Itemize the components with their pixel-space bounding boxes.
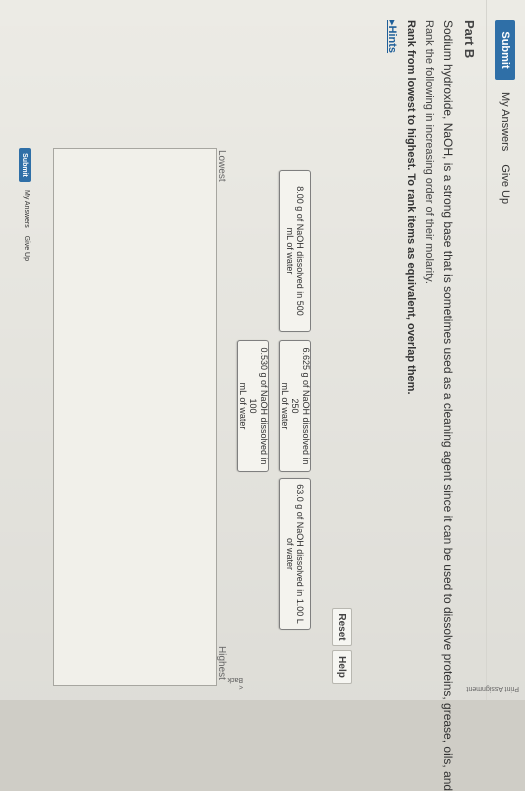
ranking-instruction: Rank from lowest to highest. To rank ite… [405, 20, 417, 395]
lowest-label: Lowest [216, 150, 227, 182]
rank-item-line2: mL of water [237, 382, 248, 430]
give-up-link[interactable]: Give Up [499, 164, 511, 204]
divider [486, 0, 487, 700]
print-assignment-link[interactable]: Print Assignment [466, 685, 519, 692]
top-links: My Answers Give Up [499, 92, 511, 214]
rank-item-line2: mL of water [285, 227, 295, 275]
rank-item[interactable]: 0.530 g of NaOH dissolved in 100 mL of w… [237, 340, 269, 472]
help-button[interactable]: Help [332, 650, 352, 684]
ranking-drop-zone[interactable] [53, 148, 217, 686]
hints-link[interactable]: Hints [386, 20, 399, 54]
bottom-submit-button[interactable]: Submit [19, 148, 31, 182]
my-answers-link[interactable]: My Answers [499, 92, 511, 151]
bottom-my-answers-link[interactable]: My Answers [23, 190, 30, 228]
submit-button[interactable]: Submit [495, 20, 515, 80]
rank-item[interactable]: 6.625 g of NaOH dissolved in 250 mL of w… [279, 340, 311, 472]
rank-item-line1: 6.625 g of NaOH dissolved in 250 [290, 347, 311, 465]
rank-item-line1: 63.0 g of NaOH dissolved in 1.00 L [295, 484, 306, 624]
rank-item-line2: mL of water [279, 382, 290, 430]
highest-label: Highest [216, 646, 227, 680]
part-title: Part B [462, 20, 477, 59]
rank-item-line2: of water [285, 537, 295, 570]
rank-item[interactable]: 8.00 g of NaOH dissolved in 500 mL of wa… [279, 170, 311, 332]
question-text: Sodium hydroxide, NaOH, is a strong base… [441, 20, 455, 791]
rank-item[interactable]: 63.0 g of NaOH dissolved in 1.00 L of wa… [279, 478, 311, 630]
reset-button[interactable]: Reset [332, 608, 352, 646]
back-link[interactable]: < Back [227, 676, 243, 690]
instruction-text: Rank the following in increasing order o… [423, 20, 435, 284]
rotated-page: Submit My Answers Give Up Part B Sodium … [0, 0, 525, 791]
rank-item-line1: 0.530 g of NaOH dissolved in 100 [248, 347, 269, 465]
bottom-links: My Answers Give Up [23, 190, 30, 267]
bottom-give-up-link[interactable]: Give Up [23, 236, 30, 261]
rank-item-line1: 8.00 g of NaOH dissolved in 500 [295, 186, 306, 316]
